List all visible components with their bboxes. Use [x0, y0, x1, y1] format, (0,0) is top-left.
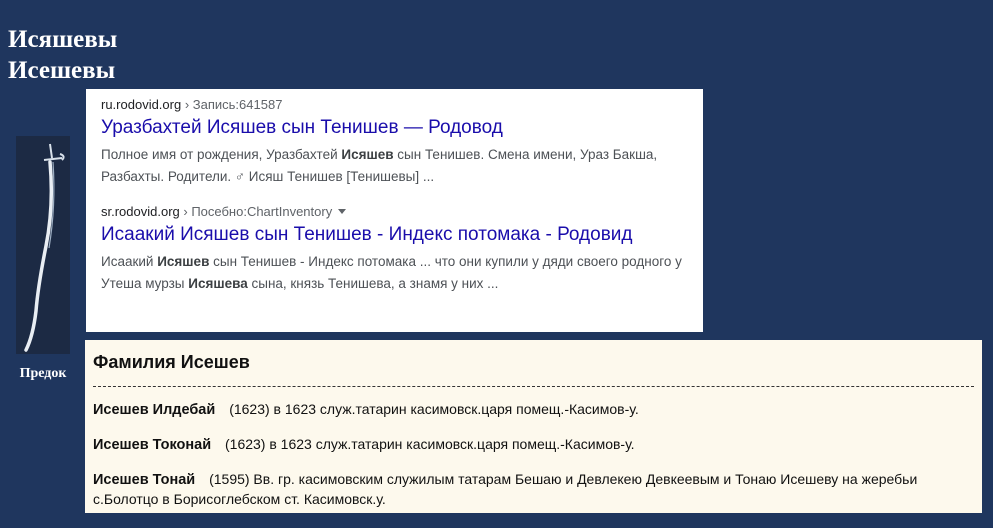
result-snippet: Полное имя от рождения, Уразбахтей Исяше…	[101, 144, 703, 188]
chevron-down-icon[interactable]	[338, 209, 347, 214]
record-name: Исешев Тонай	[93, 472, 196, 488]
page-title-line-2: Исешевы	[8, 57, 116, 84]
page-title-line-1: Исяшевы	[8, 26, 118, 53]
snippet-text: сына, князь Тенишева, а знамя у них ...	[247, 276, 499, 291]
result-url[interactable]: sr.rodovid.org › Посебно:ChartInventory	[101, 204, 703, 220]
ancestor-label: Предок	[19, 366, 67, 381]
surname-record: Исешев Токонай (1623) в 1623 служ.татари…	[93, 435, 974, 455]
search-result: sr.rodovid.org › Посебно:ChartInventory …	[101, 204, 703, 295]
snippet-highlight: Исяшев	[341, 147, 394, 162]
record-name: Исешев Илдебай	[93, 402, 216, 418]
record-text: (1595) Вв. гр. касимовским служилым тата…	[93, 471, 918, 507]
record-text: (1623) в 1623 служ.татарин касимовск.цар…	[229, 401, 639, 417]
snippet-text: Исаакий	[101, 254, 158, 269]
snippet-highlight: Исяшев	[157, 254, 210, 269]
result-snippet: Исаакий Исяшев сын Тенишев - Индекс пото…	[101, 251, 703, 295]
record-text: (1623) в 1623 служ.татарин касимовск.цар…	[225, 436, 635, 452]
result-title-link[interactable]: Уразбахтей Исяшев сын Тенишев — Родовод	[101, 115, 703, 141]
result-title-link[interactable]: Исаакий Исяшев сын Тенишев - Индекс пото…	[101, 222, 703, 248]
search-results-snippet: ru.rodovid.org › Запись:641587 Уразбахте…	[86, 89, 703, 332]
surname-record: Исешев Тонай (1595) Вв. гр. касимовским …	[93, 470, 974, 509]
snippet-text: Полное имя от рождения, Уразбахтей	[101, 147, 342, 162]
surname-title: Фамилия Исешев	[93, 350, 974, 387]
sword-icon	[16, 136, 70, 354]
search-result: ru.rodovid.org › Запись:641587 Уразбахте…	[101, 97, 703, 188]
surname-panel: Фамилия Исешев Исешев Илдебай (1623) в 1…	[85, 340, 982, 513]
page-title: Исяшевы Исешевы	[8, 24, 117, 86]
snippet-highlight: Исяшева	[188, 276, 248, 291]
surname-record: Исешев Илдебай (1623) в 1623 служ.татари…	[93, 400, 974, 420]
result-url[interactable]: ru.rodovid.org › Запись:641587	[101, 97, 703, 113]
record-name: Исешев Токонай	[93, 437, 212, 453]
